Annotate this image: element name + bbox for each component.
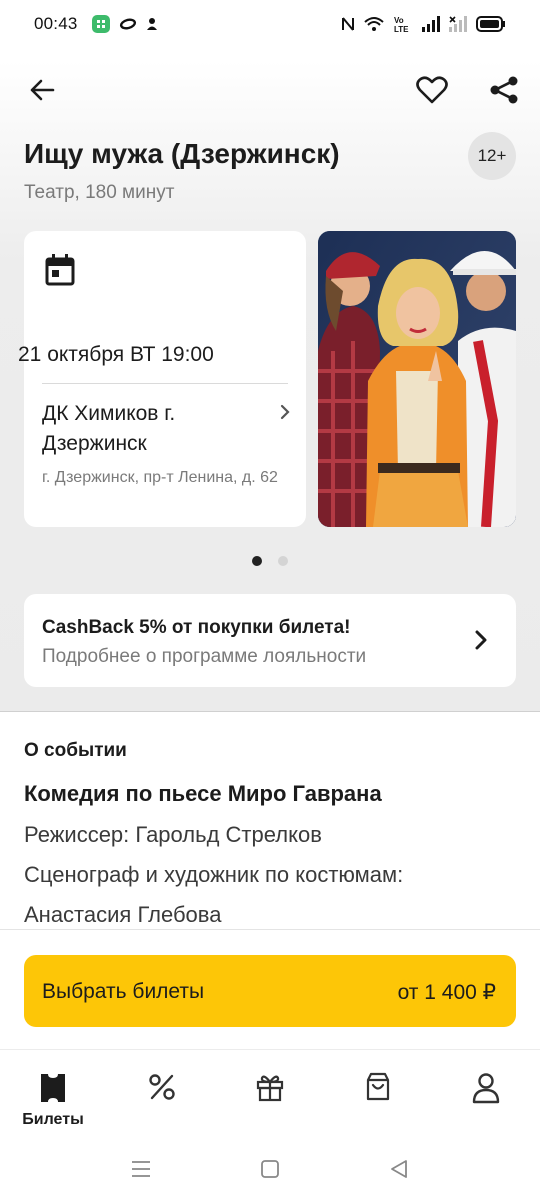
tab-profile[interactable] bbox=[446, 1072, 526, 1132]
ticket-price: от 1 400 ₽ bbox=[397, 981, 496, 1004]
tab-gifts[interactable] bbox=[230, 1072, 310, 1132]
app-notification-icon bbox=[91, 15, 110, 33]
ticket-icon bbox=[41, 1074, 65, 1102]
info-divider bbox=[42, 383, 288, 384]
top-navigation bbox=[0, 66, 540, 116]
age-rating-badge: 12+ bbox=[468, 132, 516, 180]
carousel-dot[interactable] bbox=[278, 556, 288, 566]
nfc-icon bbox=[342, 17, 354, 31]
gift-icon bbox=[256, 1075, 284, 1102]
chevron-right-icon bbox=[475, 630, 487, 650]
buy-panel: Выбрать билеты от 1 400 ₽ bbox=[0, 929, 540, 1049]
bag-icon bbox=[366, 1072, 390, 1101]
tab-discounts[interactable] bbox=[122, 1072, 202, 1132]
svg-text:LTE: LTE bbox=[394, 25, 409, 33]
status-bar: 00:43 Vo LTE bbox=[0, 0, 540, 48]
system-navigation-bar bbox=[0, 1139, 540, 1200]
venue-address: г. Дзержинск, пр-т Ленина, д. 62 bbox=[42, 469, 278, 486]
chevron-right-icon bbox=[280, 404, 290, 420]
tab-orders[interactable] bbox=[338, 1072, 418, 1132]
home-icon[interactable] bbox=[258, 1157, 282, 1181]
bottom-tab-bar: Билеты bbox=[0, 1049, 540, 1139]
share-button[interactable] bbox=[484, 70, 524, 110]
event-title: Ищу мужа (Дзержинск) bbox=[24, 138, 340, 169]
about-line: Анастасия Глебова bbox=[24, 902, 222, 927]
about-line: Сценограф и художник по костюмам: bbox=[24, 862, 404, 887]
tab-label: Билеты bbox=[22, 1111, 84, 1128]
signal-icon bbox=[422, 16, 440, 32]
favorite-button[interactable] bbox=[412, 70, 452, 110]
event-info-card: ДК Химиков г. Дзержинск г. Дзержинск, пр… bbox=[24, 231, 306, 527]
buy-tickets-button[interactable]: Выбрать билеты от 1 400 ₽ bbox=[24, 955, 516, 1027]
event-poster[interactable] bbox=[318, 231, 516, 527]
about-title: Комедия по пьесе Миро Гаврана bbox=[24, 781, 382, 806]
poster-image bbox=[318, 231, 516, 527]
section-divider bbox=[0, 711, 540, 712]
volte-icon: VoLTE bbox=[394, 16, 409, 33]
event-date: 21 октября ВТ 19:00 bbox=[18, 343, 214, 366]
calendar-icon bbox=[45, 254, 75, 286]
tab-tickets[interactable]: Билеты bbox=[13, 1072, 93, 1132]
carousel-indicator bbox=[252, 556, 288, 566]
percent-icon bbox=[149, 1074, 175, 1100]
svg-text:Vo: Vo bbox=[394, 16, 404, 25]
carousel-dot-active[interactable] bbox=[252, 556, 262, 566]
back-triangle-icon[interactable] bbox=[387, 1157, 411, 1181]
status-time: 00:43 bbox=[34, 14, 78, 33]
cashback-banner[interactable]: CashBack 5% от покупки билета! Подробнее… bbox=[24, 594, 516, 687]
person-icon bbox=[146, 18, 157, 30]
share-icon bbox=[490, 76, 518, 104]
about-heading: О событии bbox=[24, 740, 127, 761]
venue-link[interactable]: ДК Химиков г. Дзержинск bbox=[42, 399, 292, 459]
cashback-title: CashBack 5% от покупки билета! bbox=[42, 617, 351, 638]
buy-label: Выбрать билеты bbox=[42, 980, 205, 1003]
signal-no-service-icon bbox=[449, 16, 467, 32]
venue-name: ДК Химиков г. Дзержинск bbox=[42, 402, 176, 455]
back-button[interactable] bbox=[22, 70, 62, 110]
wifi-icon bbox=[364, 17, 384, 31]
cashback-subtitle: Подробнее о программе лояльности bbox=[42, 646, 367, 667]
profile-icon bbox=[472, 1073, 500, 1104]
infinity-icon bbox=[119, 18, 136, 30]
arrow-left-icon bbox=[30, 79, 55, 101]
heart-icon bbox=[416, 76, 448, 104]
about-line: Режиссер: Гарольд Стрелков bbox=[24, 822, 322, 847]
battery-icon bbox=[476, 16, 505, 32]
menu-icon[interactable] bbox=[129, 1157, 153, 1181]
event-subtitle: Театр, 180 минут bbox=[24, 182, 175, 203]
